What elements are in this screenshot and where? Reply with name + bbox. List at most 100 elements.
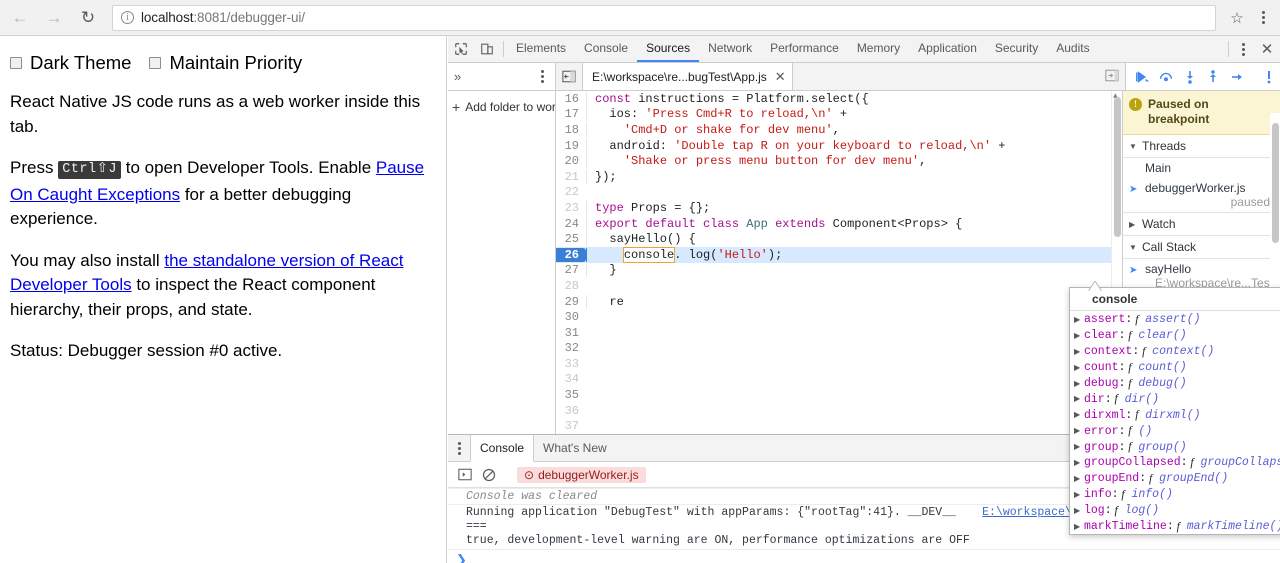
code-line[interactable]: 16const instructions = Platform.select({	[556, 91, 1122, 107]
tab-memory[interactable]: Memory	[848, 36, 909, 62]
line-number[interactable]: 18	[556, 123, 586, 137]
back-icon[interactable]: ←	[6, 4, 34, 32]
code-line[interactable]: 35	[556, 387, 1122, 403]
code-line[interactable]: 37	[556, 418, 1122, 434]
autocomplete-item[interactable]: ▶groupCollapsed: f groupCollapsed()	[1070, 455, 1280, 471]
line-number[interactable]: 29	[556, 295, 586, 309]
autocomplete-list[interactable]: ▶assert: f assert()▶clear: f clear()▶con…	[1070, 311, 1280, 534]
bookmark-star-icon[interactable]: ☆	[1224, 9, 1250, 27]
code-line[interactable]: 25 sayHello() {	[556, 231, 1122, 247]
autocomplete-item[interactable]: ▶dirxml: f dirxml()	[1070, 407, 1280, 423]
code-line[interactable]: 33	[556, 356, 1122, 372]
tab-network[interactable]: Network	[699, 36, 761, 62]
line-number[interactable]: 33	[556, 357, 586, 371]
line-number[interactable]: 28	[556, 279, 586, 293]
sidebar-scrollbar-thumb[interactable]	[1272, 123, 1279, 243]
line-number[interactable]: 36	[556, 404, 586, 418]
autocomplete-item[interactable]: ▶markTimeline: f markTimeline()	[1070, 519, 1280, 534]
section-threads[interactable]: ▼ Threads	[1123, 135, 1280, 158]
line-number[interactable]: 23	[556, 201, 586, 215]
expand-icon[interactable]: ▶	[1074, 331, 1084, 341]
browser-menu-icon[interactable]	[1250, 11, 1276, 24]
autocomplete-item[interactable]: ▶clear: f clear()	[1070, 328, 1280, 344]
expand-icon[interactable]: ▶	[1074, 379, 1084, 389]
tab-application[interactable]: Application	[909, 36, 986, 62]
code-line[interactable]: 28	[556, 278, 1122, 294]
expand-icon[interactable]: ▶	[1074, 490, 1084, 500]
checkbox-box-maintain-priority[interactable]	[149, 57, 161, 69]
close-icon[interactable]: ✕	[775, 69, 786, 85]
code-line[interactable]: 24export default class App extends Compo…	[556, 216, 1122, 232]
line-number[interactable]: 21	[556, 170, 586, 184]
line-number[interactable]: 37	[556, 419, 586, 433]
code-line[interactable]: 34	[556, 372, 1122, 388]
expand-icon[interactable]: ▶	[1074, 506, 1084, 516]
expand-navigator-icon[interactable]: »	[454, 69, 461, 84]
expand-icon[interactable]: ▶	[1074, 394, 1084, 404]
autocomplete-item[interactable]: ▶group: f group()	[1070, 439, 1280, 455]
close-devtools-icon[interactable]: ✕	[1254, 36, 1280, 62]
execution-context-selector[interactable]: ⊙ debuggerWorker.js	[517, 467, 646, 483]
expand-icon[interactable]: ▶	[1074, 363, 1084, 373]
code-line[interactable]: 29 re	[556, 294, 1122, 310]
drawer-tab-whats-new[interactable]: What's New	[534, 435, 616, 461]
line-number[interactable]: 17	[556, 107, 586, 121]
expand-icon[interactable]: ▶	[1074, 442, 1084, 452]
line-number[interactable]: 30	[556, 310, 586, 324]
step-into-next-call-icon[interactable]	[1179, 67, 1201, 87]
code-line[interactable]: 20 'Shake or press menu button for dev m…	[556, 153, 1122, 169]
expand-icon[interactable]: ▶	[1074, 426, 1084, 436]
line-number[interactable]: 35	[556, 388, 586, 402]
code-line[interactable]: 21});	[556, 169, 1122, 185]
code-line[interactable]: 23type Props = {};	[556, 200, 1122, 216]
code-line[interactable]: 36	[556, 403, 1122, 419]
checkbox-box-dark-theme[interactable]	[10, 57, 22, 69]
reload-icon[interactable]: ↻	[74, 4, 102, 32]
step-icon[interactable]	[1226, 67, 1248, 87]
code-line[interactable]: 27 }	[556, 263, 1122, 279]
code-line[interactable]: 17 ios: 'Press Cmd+R to reload,\n' +	[556, 107, 1122, 123]
show-debugger-sidebar-icon[interactable]	[1105, 69, 1119, 85]
tab-audits[interactable]: Audits	[1047, 36, 1098, 62]
section-call-stack[interactable]: ▼ Call Stack	[1123, 236, 1280, 259]
line-number[interactable]: 34	[556, 372, 586, 386]
autocomplete-popup[interactable]: console ▶assert: f assert()▶clear: f cle…	[1069, 287, 1280, 535]
line-number[interactable]: 19	[556, 139, 586, 153]
execution-context-icon[interactable]	[456, 466, 474, 484]
expand-icon[interactable]: ▶	[1074, 458, 1084, 468]
autocomplete-item[interactable]: ▶info: f info()	[1070, 487, 1280, 503]
code-line[interactable]: 19 android: 'Double tap R on your keyboa…	[556, 138, 1122, 154]
line-number[interactable]: 25	[556, 232, 586, 246]
section-watch[interactable]: ▶ Watch	[1123, 213, 1280, 236]
tab-security[interactable]: Security	[986, 36, 1047, 62]
tab-performance[interactable]: Performance	[761, 36, 848, 62]
device-toolbar-icon[interactable]	[474, 36, 500, 62]
site-info-icon[interactable]: i	[121, 11, 134, 24]
autocomplete-item[interactable]: ▶dir: f dir()	[1070, 391, 1280, 407]
line-number[interactable]: 22	[556, 185, 586, 199]
code-line[interactable]: 18 'Cmd+D or shake for dev menu',	[556, 122, 1122, 138]
address-bar[interactable]: i localhost:8081/debugger-ui/	[112, 5, 1216, 31]
thread-row-debuggerworker[interactable]: ➤ debuggerWorker.js paused	[1123, 178, 1280, 213]
autocomplete-item[interactable]: ▶error: f ()	[1070, 423, 1280, 439]
tab-console[interactable]: Console	[575, 36, 637, 62]
line-number[interactable]: 32	[556, 341, 586, 355]
step-out-of-function-icon[interactable]	[1203, 67, 1225, 87]
file-tab-appjs[interactable]: E:\workspace\re...bugTest\App.js ✕	[582, 63, 793, 90]
line-number[interactable]: 27	[556, 263, 586, 277]
expand-icon[interactable]: ▶	[1074, 315, 1084, 325]
inspect-element-icon[interactable]	[448, 36, 474, 62]
line-number[interactable]: 16	[556, 92, 586, 106]
expand-icon[interactable]: ▶	[1074, 522, 1084, 532]
line-number[interactable]: 24	[556, 217, 586, 231]
line-number[interactable]: 20	[556, 154, 586, 168]
console-prompt[interactable]: ❯	[448, 549, 1280, 563]
checkbox-maintain-priority[interactable]: Maintain Priority	[149, 52, 302, 74]
add-folder-to-workspace-button[interactable]: + Add folder to workspace	[448, 99, 555, 115]
code-editor[interactable]: 16const instructions = Platform.select({…	[556, 91, 1122, 439]
tab-elements[interactable]: Elements	[507, 36, 575, 62]
line-number[interactable]: 26	[556, 248, 586, 262]
clear-console-icon[interactable]	[480, 466, 498, 484]
expand-icon[interactable]: ▶	[1074, 410, 1084, 420]
drawer-menu-icon[interactable]	[448, 435, 470, 461]
